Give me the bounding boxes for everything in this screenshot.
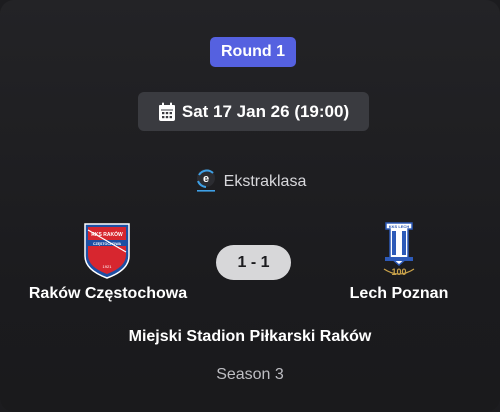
round-label: Round 1 [221, 43, 285, 60]
away-team-name[interactable]: Lech Poznan [339, 284, 459, 304]
away-team-crest-icon[interactable]: KKS LECH 100 [378, 221, 420, 279]
round-badge: Round 1 [210, 37, 296, 67]
score-pill: 1 - 1 [216, 245, 291, 280]
home-team-name[interactable]: Raków Częstochowa [22, 284, 194, 304]
svg-text:RKS RAKÓW: RKS RAKÓW [91, 230, 123, 238]
league-name: Ekstraklasa [223, 173, 307, 190]
calendar-icon [158, 102, 176, 122]
datetime-text: Sat 17 Jan 26 (19:00) [181, 101, 350, 121]
venue-name: Miejski Stadion Piłkarski Raków [128, 328, 372, 345]
svg-text:CZĘSTOCHOWA: CZĘSTOCHOWA [93, 242, 122, 246]
league-row[interactable]: e Ekstraklasa [0, 168, 500, 196]
match-card: Round 1 Sat 17 Jan 26 (19:00) e Ekstrakl… [0, 0, 500, 412]
ekstraklasa-logo-icon: e [194, 167, 218, 198]
svg-text:e: e [203, 173, 209, 185]
svg-text:KKS LECH: KKS LECH [389, 224, 410, 229]
match-datetime: Sat 17 Jan 26 (19:00) [138, 92, 369, 131]
score-text: 1 - 1 [237, 253, 270, 271]
home-team-crest-icon[interactable]: RKS RAKÓW CZĘSTOCHOWA 1921 [82, 222, 132, 280]
svg-text:1921: 1921 [103, 264, 113, 269]
svg-text:100: 100 [391, 267, 406, 277]
season-label: Season 3 [216, 366, 284, 383]
